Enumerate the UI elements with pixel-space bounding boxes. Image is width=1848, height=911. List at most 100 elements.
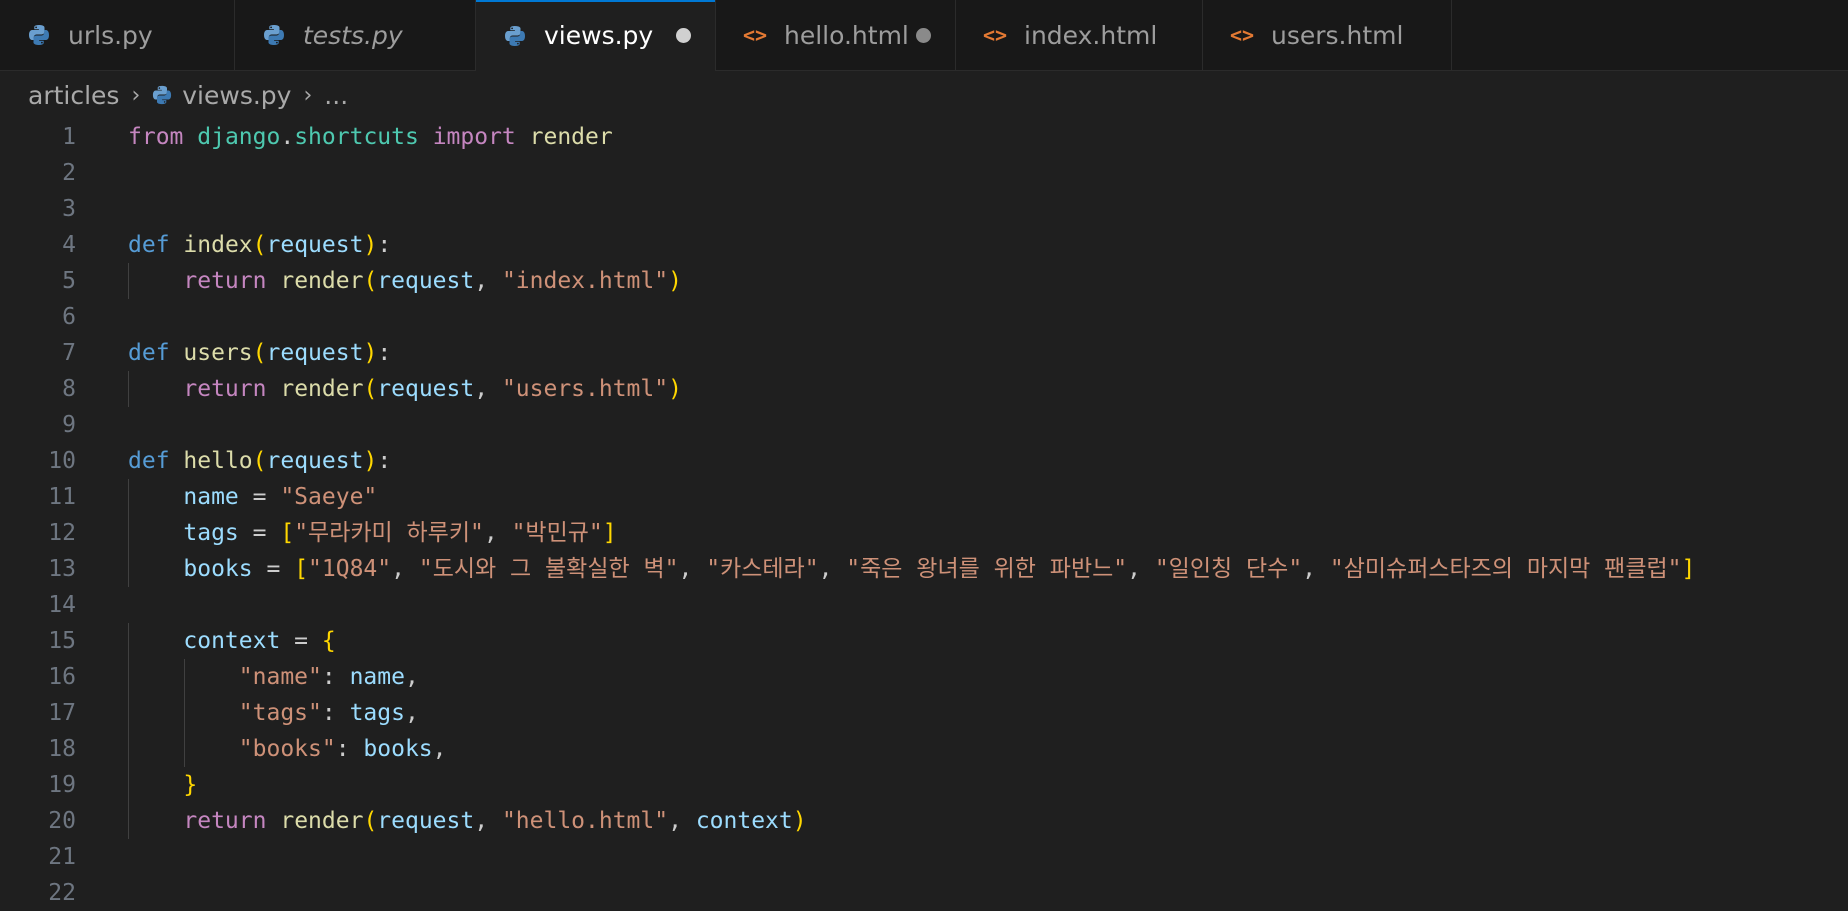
indent-guide (128, 659, 129, 695)
tab-views-py[interactable]: views.py (476, 0, 716, 71)
code-text[interactable]: from django.shortcuts import render (128, 119, 613, 155)
code-line[interactable]: 20 return render(request, "hello.html", … (0, 803, 1848, 839)
indent-guide (128, 515, 129, 551)
line-number: 20 (48, 808, 76, 834)
line-number: 11 (48, 484, 76, 510)
code-line[interactable]: 8 return render(request, "users.html") (0, 371, 1848, 407)
tab-users-html[interactable]: <> users.html (1203, 0, 1452, 70)
breadcrumb-more[interactable]: ... (324, 81, 348, 110)
code-line[interactable]: 6 (0, 299, 1848, 335)
code-text[interactable]: context = { (128, 623, 335, 659)
code-line[interactable]: 7 def users(request): (0, 335, 1848, 371)
line-number: 6 (62, 304, 76, 330)
line-number: 3 (62, 196, 76, 222)
code-text[interactable]: } (128, 767, 197, 803)
code-text[interactable]: "books": books, (128, 731, 447, 767)
tab-label: users.html (1271, 20, 1404, 50)
line-number: 8 (62, 376, 76, 402)
line-number: 10 (48, 448, 76, 474)
line-number: 4 (62, 232, 76, 258)
tab-label: hello.html (784, 20, 909, 50)
line-number: 15 (48, 628, 76, 654)
code-line[interactable]: 5 return render(request, "index.html") (0, 263, 1848, 299)
python-icon (26, 24, 52, 46)
code-line[interactable]: 21 (0, 839, 1848, 875)
code-line[interactable]: 10 def hello(request): (0, 443, 1848, 479)
line-number: 2 (62, 160, 76, 186)
tab-index-html[interactable]: <> index.html (956, 0, 1203, 70)
line-number: 18 (48, 736, 76, 762)
unsaved-dot-icon[interactable] (676, 28, 691, 43)
indent-guide (184, 731, 186, 767)
python-icon (502, 25, 528, 47)
chevron-right-icon: › (131, 82, 141, 108)
code-line[interactable]: 18 "books": books, (0, 731, 1848, 767)
line-number: 1 (62, 124, 76, 150)
html-icon: <> (982, 23, 1008, 47)
indent-guide (184, 659, 186, 695)
line-number: 21 (48, 844, 76, 870)
code-line[interactable]: 2 (0, 155, 1848, 191)
code-text[interactable]: def index(request): (128, 227, 391, 263)
code-line[interactable]: 14 (0, 587, 1848, 623)
indent-guide (128, 371, 129, 407)
line-number: 16 (48, 664, 76, 690)
tab-tests-py[interactable]: tests.py (235, 0, 476, 70)
code-line[interactable]: 4 def index(request): (0, 227, 1848, 263)
code-line[interactable]: 11 name = "Saeye" (0, 479, 1848, 515)
indent-guide (128, 695, 129, 731)
tab-label: tests.py (303, 20, 403, 50)
line-number: 17 (48, 700, 76, 726)
python-icon (261, 24, 287, 46)
code-line[interactable]: 12 tags = ["무라카미 하루키", "박민규"] (0, 515, 1848, 551)
tab-bar: urls.py tests.py views.py <> hello.html … (0, 0, 1848, 71)
indent-guide (128, 731, 129, 767)
line-number: 5 (62, 268, 76, 294)
code-line[interactable]: 1 from django.shortcuts import render (0, 119, 1848, 155)
indent-guide (128, 263, 129, 299)
code-text[interactable]: def users(request): (128, 335, 391, 371)
code-text[interactable]: books = ["1Q84", "도시와 그 불확실한 벽", "카스테라",… (128, 551, 1695, 587)
line-number: 13 (48, 556, 76, 582)
code-text[interactable]: return render(request, "hello.html", con… (128, 803, 806, 839)
html-icon: <> (742, 23, 768, 47)
code-line[interactable]: 3 (0, 191, 1848, 227)
code-line[interactable]: 9 (0, 407, 1848, 443)
breadcrumb-folder[interactable]: articles (28, 81, 119, 110)
python-icon (152, 85, 172, 105)
code-text[interactable]: "tags": tags, (128, 695, 419, 731)
indent-guide (128, 767, 129, 803)
code-line[interactable]: 16 "name": name, (0, 659, 1848, 695)
code-line[interactable]: 22 (0, 875, 1848, 911)
line-number: 14 (48, 592, 76, 618)
unsaved-dot-icon[interactable] (916, 27, 931, 43)
tab-urls-py[interactable]: urls.py (0, 0, 235, 70)
tab-label: urls.py (68, 20, 153, 50)
code-line[interactable]: 19 } (0, 767, 1848, 803)
chevron-right-icon: › (303, 82, 313, 108)
line-number: 7 (62, 340, 76, 366)
tab-hello-html[interactable]: <> hello.html (716, 0, 956, 70)
line-number: 19 (48, 772, 76, 798)
code-text[interactable]: name = "Saeye" (128, 479, 377, 515)
code-text[interactable]: def hello(request): (128, 443, 391, 479)
indent-guide (128, 623, 129, 659)
code-text[interactable]: return render(request, "index.html") (128, 263, 682, 299)
code-text[interactable]: tags = ["무라카미 하루키", "박민규"] (128, 515, 616, 551)
indent-guide (184, 695, 186, 731)
code-editor[interactable]: 1 from django.shortcuts import render 2 3 4 d… (0, 119, 1848, 911)
indent-guide (128, 551, 129, 587)
code-line[interactable]: 17 "tags": tags, (0, 695, 1848, 731)
tab-label: views.py (544, 21, 654, 50)
code-text[interactable]: "name": name, (128, 659, 419, 695)
code-line[interactable]: 13 books = ["1Q84", "도시와 그 불확실한 벽", "카스테… (0, 551, 1848, 587)
indent-guide (128, 803, 129, 839)
code-text[interactable]: return render(request, "users.html") (128, 371, 682, 407)
indent-guide (128, 479, 129, 515)
breadcrumb-file[interactable]: views.py (182, 81, 291, 110)
html-icon: <> (1229, 23, 1255, 47)
tab-label: index.html (1024, 20, 1158, 50)
code-line[interactable]: 15 context = { (0, 623, 1848, 659)
line-number: 9 (62, 412, 76, 438)
breadcrumb: articles › views.py › ... (0, 71, 1848, 119)
